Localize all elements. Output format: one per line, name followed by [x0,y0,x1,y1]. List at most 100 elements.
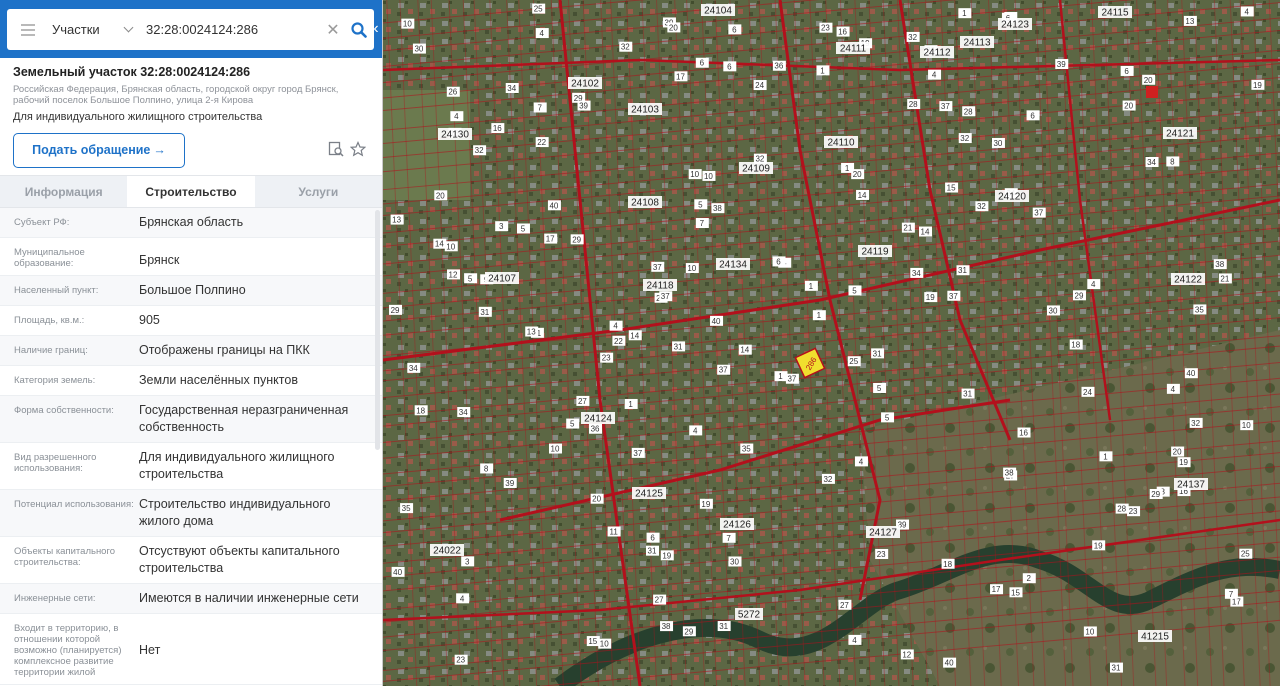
quarter-label: 24102 [568,77,602,90]
property-value: 905 [139,313,160,327]
svg-text:7: 7 [1229,590,1234,599]
tab-services[interactable]: Услуги [255,176,382,207]
svg-text:5: 5 [852,286,857,295]
svg-text:37: 37 [1034,209,1043,218]
search-type-label: Участки [52,22,100,37]
property-value: Нет [139,643,161,657]
svg-text:20: 20 [669,23,678,32]
svg-text:40: 40 [712,317,721,326]
svg-text:28: 28 [909,100,918,109]
svg-text:24109: 24109 [742,164,770,175]
property-label: Вид разрешенного использования: [14,452,97,474]
parcel-purpose: Для индивидуального жилищного строительс… [13,111,263,123]
svg-text:6: 6 [1030,111,1035,120]
svg-text:23: 23 [877,550,886,559]
svg-text:35: 35 [1195,305,1204,314]
svg-text:24112: 24112 [923,48,951,59]
svg-text:30: 30 [993,139,1002,148]
svg-text:24134: 24134 [719,260,747,271]
property-value: Большое Полпино [139,283,246,297]
property-value: Строительство индивидуального жилого дом… [139,497,331,528]
search-bar: Участки ✕ ‹ [0,0,382,58]
svg-text:37: 37 [941,102,950,111]
svg-text:23: 23 [821,24,830,33]
svg-text:6: 6 [727,62,732,71]
svg-text:30: 30 [1049,306,1058,315]
svg-text:16: 16 [493,124,502,133]
document-search-icon[interactable] [328,141,346,159]
svg-text:29: 29 [572,235,581,244]
svg-text:4: 4 [1245,7,1250,16]
menu-icon[interactable] [7,9,49,50]
svg-text:5: 5 [570,420,575,429]
svg-text:7: 7 [726,534,731,543]
svg-text:18: 18 [1071,340,1080,349]
svg-text:37: 37 [661,292,670,301]
svg-text:24110: 24110 [827,138,855,149]
svg-text:19: 19 [662,551,671,560]
apply-button-label: Подать обращение [32,143,151,157]
svg-text:20: 20 [592,495,601,504]
property-label: Входит в территорию, в отношении которой… [14,623,122,678]
svg-text:10: 10 [687,264,696,273]
svg-text:24115: 24115 [1101,8,1129,19]
svg-text:4: 4 [613,322,618,331]
tab-information[interactable]: Информация [0,176,127,207]
svg-text:17: 17 [1232,598,1241,607]
svg-text:5: 5 [698,200,703,209]
quarter-label: 24120 [995,190,1029,203]
property-value: Брянск [139,253,180,267]
svg-text:24130: 24130 [441,130,469,141]
svg-text:24103: 24103 [631,105,659,116]
search-input[interactable] [144,9,322,50]
svg-text:24102: 24102 [571,79,599,90]
scrollbar[interactable] [375,210,380,450]
property-label: Населенный пункт: [14,285,99,296]
svg-text:29: 29 [1151,490,1160,499]
svg-text:5: 5 [521,224,526,233]
svg-text:24126: 24126 [723,520,751,531]
parcel-header: Земельный участок 32:28:0024124:286 Росс… [0,58,382,168]
svg-text:18: 18 [943,560,952,569]
search-type-select[interactable]: Участки [49,9,144,50]
property-value: Земли населённых пунктов [139,373,298,387]
svg-text:19: 19 [926,293,935,302]
svg-text:12: 12 [902,650,911,659]
svg-text:24127: 24127 [869,528,897,539]
svg-text:34: 34 [912,269,921,278]
property-label: Наличие границ: [14,345,88,356]
svg-text:37: 37 [653,263,662,272]
svg-text:18: 18 [416,406,425,415]
svg-text:25: 25 [849,357,858,366]
svg-text:27: 27 [578,397,587,406]
svg-text:10: 10 [600,640,609,649]
collapse-panel-icon[interactable]: ‹ [369,9,382,49]
svg-text:29: 29 [391,306,400,315]
tab-construction[interactable]: Строительство [127,176,255,207]
svg-text:2: 2 [1027,574,1032,583]
svg-text:14: 14 [740,346,749,355]
svg-text:40: 40 [549,201,558,210]
svg-text:10: 10 [704,172,713,181]
property-label: Муниципальное образование: [14,247,85,269]
apply-button[interactable]: Подать обращение → [13,132,185,168]
svg-text:15: 15 [1011,588,1020,597]
svg-text:20: 20 [436,191,445,200]
svg-text:24107: 24107 [488,274,516,285]
tab-bar: Информация Строительство Услуги [0,175,382,208]
svg-text:37: 37 [949,292,958,301]
clear-icon[interactable]: ✕ [322,9,344,50]
svg-text:35: 35 [742,445,751,454]
svg-text:28: 28 [1117,505,1126,514]
svg-text:13: 13 [527,328,536,337]
svg-text:32: 32 [475,146,484,155]
svg-text:27: 27 [840,601,849,610]
svg-text:11: 11 [609,527,618,536]
svg-text:6: 6 [650,534,655,543]
quarter-label: 24110 [824,136,858,149]
svg-text:34: 34 [459,408,468,417]
svg-text:8: 8 [484,464,489,473]
svg-text:37: 37 [633,449,642,458]
property-value: Брянская область [139,215,244,229]
star-icon[interactable] [349,141,368,159]
